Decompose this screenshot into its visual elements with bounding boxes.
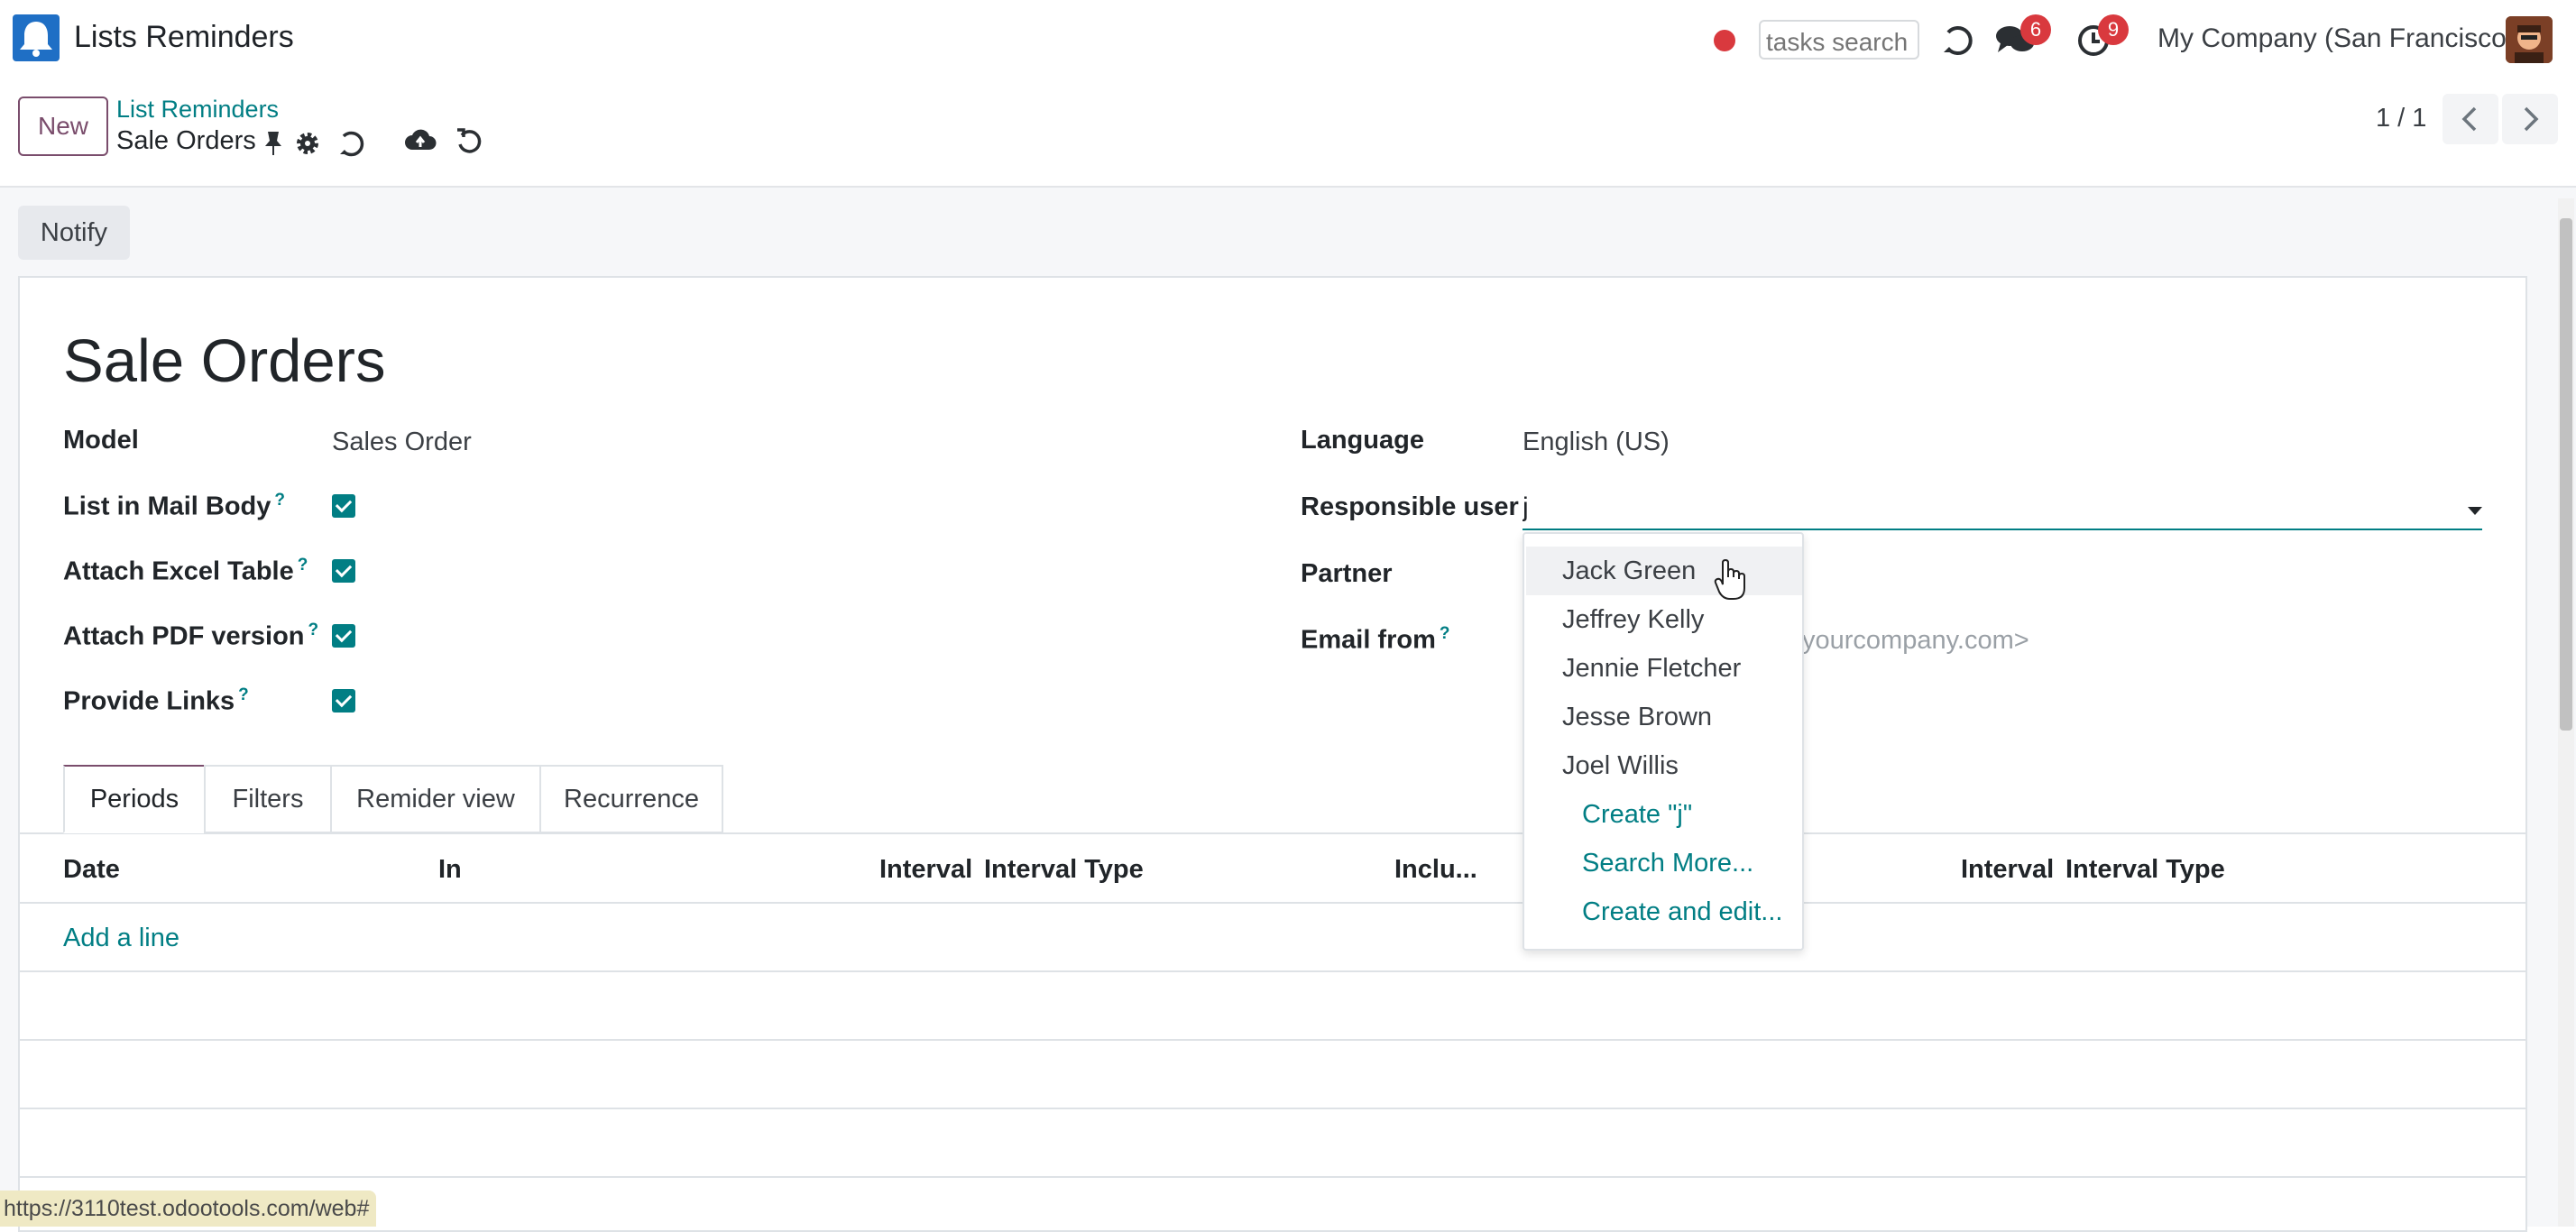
column-header-in[interactable]: In <box>438 855 462 885</box>
field-label-partner: Partner <box>1301 559 1393 588</box>
dropdown-option-jeffrey-kelly[interactable]: Jeffrey Kelly <box>1526 595 1802 644</box>
dropdown-create-quick[interactable]: Create "j" <box>1526 790 1802 839</box>
hand-pointer-cursor-icon <box>1714 559 1745 600</box>
pager-next-button[interactable] <box>2502 94 2558 144</box>
dropdown-option-jennie-fletcher[interactable]: Jennie Fletcher <box>1526 644 1802 693</box>
column-header-interval-2[interactable]: Interval <box>1961 855 2054 885</box>
dropdown-option-jesse-brown[interactable]: Jesse Brown <box>1526 693 1802 741</box>
help-tooltip-icon[interactable]: ? <box>298 556 308 575</box>
column-header-inclu[interactable]: Inclu... <box>1394 855 1477 885</box>
help-tooltip-icon[interactable]: ? <box>238 685 249 704</box>
field-label-model: Model <box>63 426 139 455</box>
column-header-interval[interactable]: Interval <box>879 855 972 885</box>
dropdown-create-and-edit[interactable]: Create and edit... <box>1526 887 1802 936</box>
table-row-divider <box>20 1108 2525 1109</box>
field-label-provide-links: Provide Links? <box>63 685 249 716</box>
form-sheet <box>18 276 2527 1232</box>
field-value-model[interactable]: Sales Order <box>332 428 472 457</box>
provide-links-checkbox[interactable] <box>332 689 355 713</box>
table-row-divider <box>20 1176 2525 1178</box>
chevron-right-icon <box>2524 106 2539 132</box>
email-from-value[interactable]: yourcompany.com> <box>1802 626 2029 656</box>
tab-remider-view[interactable]: Remider view <box>330 765 541 833</box>
activities-count-badge: 9 <box>2098 14 2129 45</box>
scrollbar-thumb[interactable] <box>2560 218 2572 731</box>
messages-count-badge: 6 <box>2020 14 2051 45</box>
dropdown-option-jack-green[interactable]: Jack Green <box>1526 547 1802 595</box>
save-cloud-icon[interactable] <box>404 126 437 155</box>
sync-icon[interactable] <box>337 128 368 159</box>
responsible-user-input[interactable] <box>1523 487 2482 530</box>
tab-periods[interactable]: Periods <box>63 765 206 833</box>
field-label-language: Language <box>1301 426 1424 455</box>
help-tooltip-icon[interactable]: ? <box>308 621 319 639</box>
gear-icon[interactable] <box>294 130 321 157</box>
pager-previous-button[interactable] <box>2443 94 2498 144</box>
top-navbar: Lists Reminders 6 9 My Company (San Fran… <box>0 0 2576 81</box>
bell-app-icon[interactable] <box>13 14 60 61</box>
recording-indicator-icon[interactable] <box>1714 30 1735 51</box>
breadcrumb-current: Sale Orders <box>116 126 256 155</box>
pin-icon[interactable] <box>262 130 285 157</box>
column-header-interval-type[interactable]: Interval Type <box>984 855 1144 885</box>
tasks-search-input[interactable] <box>1759 20 1919 60</box>
list-in-mail-body-checkbox[interactable] <box>332 494 355 518</box>
table-row-divider <box>20 1039 2525 1041</box>
pager-value[interactable]: 1 / 1 <box>2376 104 2426 133</box>
field-value-language[interactable]: English (US) <box>1523 428 1670 457</box>
field-label-attach-pdf-version: Attach PDF version? <box>63 621 319 651</box>
app-title[interactable]: Lists Reminders <box>74 20 294 55</box>
discard-undo-icon[interactable] <box>455 126 485 157</box>
tab-recurrence[interactable]: Recurrence <box>539 765 723 833</box>
attach-excel-table-checkbox[interactable] <box>332 559 355 583</box>
add-a-line-link[interactable]: Add a line <box>63 924 179 953</box>
dropdown-option-joel-willis[interactable]: Joel Willis <box>1526 741 1802 790</box>
company-switcher[interactable]: My Company (San Francisco) <box>2157 23 2516 54</box>
field-label-attach-excel-table: Attach Excel Table? <box>63 556 308 586</box>
table-row-divider <box>20 970 2525 972</box>
column-header-date[interactable]: Date <box>63 855 120 885</box>
status-bar-url: https://3110test.odootools.com/web# <box>0 1191 377 1227</box>
notify-button[interactable]: Notify <box>18 206 130 260</box>
responsible-user-autocomplete: Jack Green Jeffrey Kelly Jennie Fletcher… <box>1523 532 1804 951</box>
dropdown-caret-icon[interactable] <box>2468 507 2482 515</box>
help-tooltip-icon[interactable]: ? <box>274 491 285 510</box>
new-record-button[interactable]: New <box>18 97 108 156</box>
record-title[interactable]: Sale Orders <box>63 326 385 396</box>
table-row-divider <box>20 902 2525 904</box>
field-label-responsible-user: Responsible user <box>1301 492 1519 521</box>
attach-pdf-version-checkbox[interactable] <box>332 624 355 648</box>
field-label-email-from: Email from? <box>1301 624 1450 655</box>
chevron-left-icon <box>2461 106 2477 132</box>
field-label-list-in-mail-body: List in Mail Body? <box>63 491 286 521</box>
column-header-interval-type-2[interactable]: Interval Type <box>2065 855 2225 885</box>
refresh-cycle-icon[interactable] <box>1941 22 1977 58</box>
user-avatar[interactable] <box>2506 16 2553 63</box>
dropdown-search-more[interactable]: Search More... <box>1526 839 1802 887</box>
breadcrumb-parent-link[interactable]: List Reminders <box>116 96 279 124</box>
tab-filters[interactable]: Filters <box>204 765 332 833</box>
help-tooltip-icon[interactable]: ? <box>1440 624 1450 643</box>
